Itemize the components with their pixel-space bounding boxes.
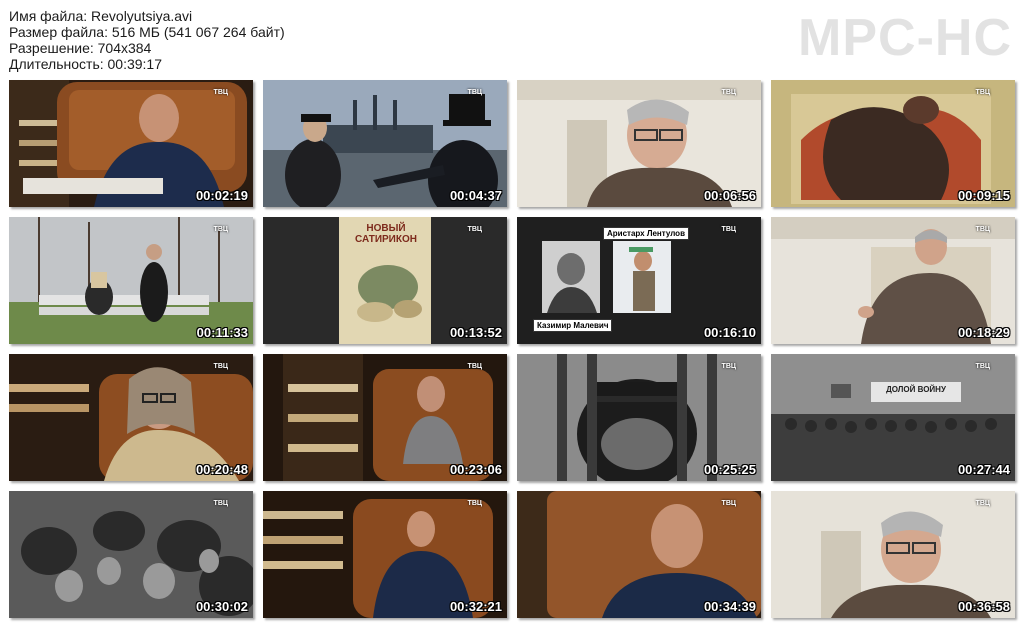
channel-logo: ТВЦ <box>213 226 228 233</box>
thumbnail[interactable]: ТВЦ 00:18:29 <box>771 217 1015 344</box>
channel-logo: ТВЦ <box>467 363 482 370</box>
file-name: Имя файла: Revolyutsiya.avi <box>9 8 193 24</box>
timestamp: 00:09:15 <box>957 188 1010 203</box>
duration: Длительность: 00:39:17 <box>9 56 163 72</box>
channel-logo: ТВЦ <box>467 226 482 233</box>
channel-logo: ТВЦ <box>975 226 990 233</box>
caption-lentulov: Аристарх Лентулов <box>603 227 689 240</box>
thumbnail[interactable]: ТВЦ 00:23:06 <box>263 354 507 481</box>
timestamp: 00:02:19 <box>195 188 248 203</box>
caption-malevich: Казимир Малевич <box>533 319 613 332</box>
channel-logo: ТВЦ <box>721 89 736 96</box>
channel-logo: ТВЦ <box>213 89 228 96</box>
timestamp: 00:18:29 <box>957 325 1010 340</box>
timestamp: 00:34:39 <box>703 599 756 614</box>
banner-text: ДОЛОЙ ВОЙНУ <box>886 385 946 394</box>
thumbnail[interactable]: ТВЦ 00:04:37 <box>263 80 507 207</box>
thumbnail[interactable]: ТВЦ 00:09:15 <box>771 80 1015 207</box>
channel-logo: ТВЦ <box>975 363 990 370</box>
thumbnail[interactable]: ТВЦ 00:02:19 <box>9 80 253 207</box>
timestamp: 00:16:10 <box>703 325 756 340</box>
thumbnail[interactable]: ТВЦ 00:30:02 <box>9 491 253 618</box>
file-size: Размер файла: 516 МБ (541 067 264 байт) <box>9 24 285 40</box>
timestamp: 00:36:58 <box>957 599 1010 614</box>
channel-logo: ТВЦ <box>467 89 482 96</box>
timestamp: 00:13:52 <box>449 325 502 340</box>
timestamp: 00:30:02 <box>195 599 248 614</box>
thumbnail[interactable]: ДОЛОЙ ВОЙНУ ТВЦ 00:27:44 <box>771 354 1015 481</box>
timestamp: 00:06:56 <box>703 188 756 203</box>
timestamp: 00:25:25 <box>703 462 756 477</box>
thumbnail[interactable]: Аристарх Лентулов Казимир Малевич ТВЦ 00… <box>517 217 761 344</box>
channel-logo: ТВЦ <box>213 363 228 370</box>
channel-logo: ТВЦ <box>975 89 990 96</box>
thumbnail[interactable]: НОВЫЙ САТИРИКОН ТВЦ 00:13:52 <box>263 217 507 344</box>
timestamp: 00:04:37 <box>449 188 502 203</box>
thumbnail[interactable]: ТВЦ 00:11:33 <box>9 217 253 344</box>
resolution: Разрешение: 704x384 <box>9 40 152 56</box>
channel-logo: ТВЦ <box>721 500 736 507</box>
timestamp: 00:32:21 <box>449 599 502 614</box>
thumbnail[interactable]: ТВЦ 00:34:39 <box>517 491 761 618</box>
thumbnail[interactable]: ТВЦ 00:32:21 <box>263 491 507 618</box>
timestamp: 00:27:44 <box>957 462 1010 477</box>
channel-logo: ТВЦ <box>721 363 736 370</box>
channel-logo: ТВЦ <box>975 500 990 507</box>
channel-logo: ТВЦ <box>721 226 736 233</box>
thumbnail[interactable]: ТВЦ 00:20:48 <box>9 354 253 481</box>
timestamp: 00:23:06 <box>449 462 502 477</box>
channel-logo: ТВЦ <box>213 500 228 507</box>
timestamp: 00:20:48 <box>195 462 248 477</box>
timestamp: 00:11:33 <box>196 325 248 340</box>
thumbnail[interactable]: ТВЦ 00:25:25 <box>517 354 761 481</box>
satirikon-title: НОВЫЙ САТИРИКОН <box>355 223 417 245</box>
channel-logo: ТВЦ <box>467 500 482 507</box>
thumbnail-grid: ТВЦ 00:02:19 ТВЦ 00:04:37 ТВЦ 00:06:56 Т… <box>9 80 1015 618</box>
app-logo: MPC-HC <box>798 9 1012 67</box>
thumbnail[interactable]: ТВЦ 00:36:58 <box>771 491 1015 618</box>
file-info: Имя файла: Revolyutsiya.avi Размер файла… <box>9 8 285 72</box>
thumbnail[interactable]: ТВЦ 00:06:56 <box>517 80 761 207</box>
